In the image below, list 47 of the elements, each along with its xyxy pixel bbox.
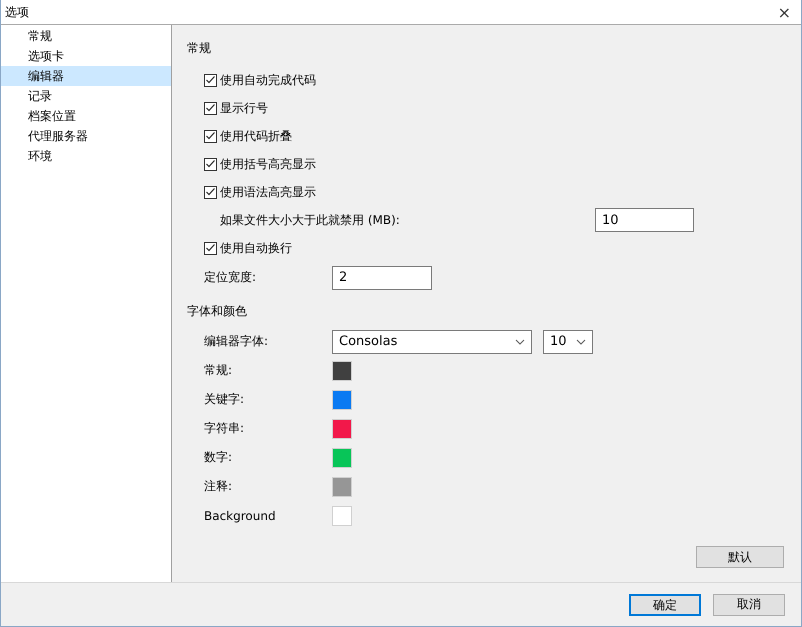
checkbox[interactable] — [204, 74, 217, 86]
sidebar-item[interactable]: 档案位置 — [1, 106, 171, 126]
checkbox-label[interactable]: 使用括号高亮显示 — [220, 156, 316, 172]
color-label: 注释: — [204, 478, 232, 495]
sidebar-item[interactable]: 编辑器 — [1, 66, 171, 86]
color-swatch[interactable] — [332, 506, 352, 526]
window-title: 选项 — [5, 4, 29, 20]
color-label: Background — [204, 508, 276, 522]
color-swatch[interactable] — [332, 418, 352, 438]
color-label: 数字: — [204, 449, 232, 466]
checkbox[interactable] — [204, 158, 217, 170]
checkbox[interactable] — [204, 130, 217, 142]
checkbox[interactable] — [204, 242, 217, 254]
sidebar-item[interactable]: 代理服务器 — [1, 126, 171, 146]
checkbox[interactable] — [204, 186, 217, 198]
cancel-button[interactable]: 取消 — [713, 594, 785, 616]
color-label: 关键字: — [204, 391, 244, 408]
chevron-down-icon — [576, 338, 586, 344]
default-button[interactable]: 默认 — [696, 546, 784, 568]
close-button[interactable]: × — [774, 2, 795, 22]
color-swatch[interactable] — [332, 390, 352, 410]
checkbox-label[interactable]: 显示行号 — [220, 100, 268, 116]
input-field[interactable]: 10 — [595, 208, 694, 232]
color-swatch[interactable] — [332, 476, 352, 496]
sidebar-item[interactable]: 选项卡 — [1, 46, 171, 66]
size-dropdown[interactable]: 10 — [543, 330, 593, 354]
field-label: 如果文件大小大于此就禁用 (MB): — [219, 212, 400, 228]
color-label: 常规: — [204, 362, 232, 379]
sidebar-item[interactable]: 常规 — [1, 26, 171, 46]
input-field[interactable]: 2 — [332, 266, 432, 290]
checkbox[interactable] — [204, 102, 217, 114]
sidebar-item[interactable]: 环境 — [1, 146, 171, 166]
chevron-down-icon — [515, 338, 525, 344]
checkbox-label[interactable]: 使用自动完成代码 — [220, 72, 316, 88]
section-heading: 字体和颜色 — [187, 303, 248, 320]
color-label: 字符串: — [204, 420, 244, 437]
checkbox-label[interactable]: 使用语法高亮显示 — [220, 184, 316, 200]
font-dropdown[interactable]: Consolas — [332, 330, 532, 354]
field-label: 定位宽度: — [204, 269, 258, 286]
section-heading: 常规 — [187, 40, 212, 57]
checkbox-label[interactable]: 使用代码折叠 — [220, 128, 292, 144]
color-swatch[interactable] — [332, 448, 352, 468]
sidebar-item[interactable]: 记录 — [1, 86, 171, 106]
color-swatch[interactable] — [332, 360, 352, 380]
field-label: 编辑器字体: — [204, 333, 268, 350]
ok-button[interactable]: 确定 — [629, 594, 701, 616]
checkbox-label[interactable]: 使用自动换行 — [220, 240, 292, 256]
